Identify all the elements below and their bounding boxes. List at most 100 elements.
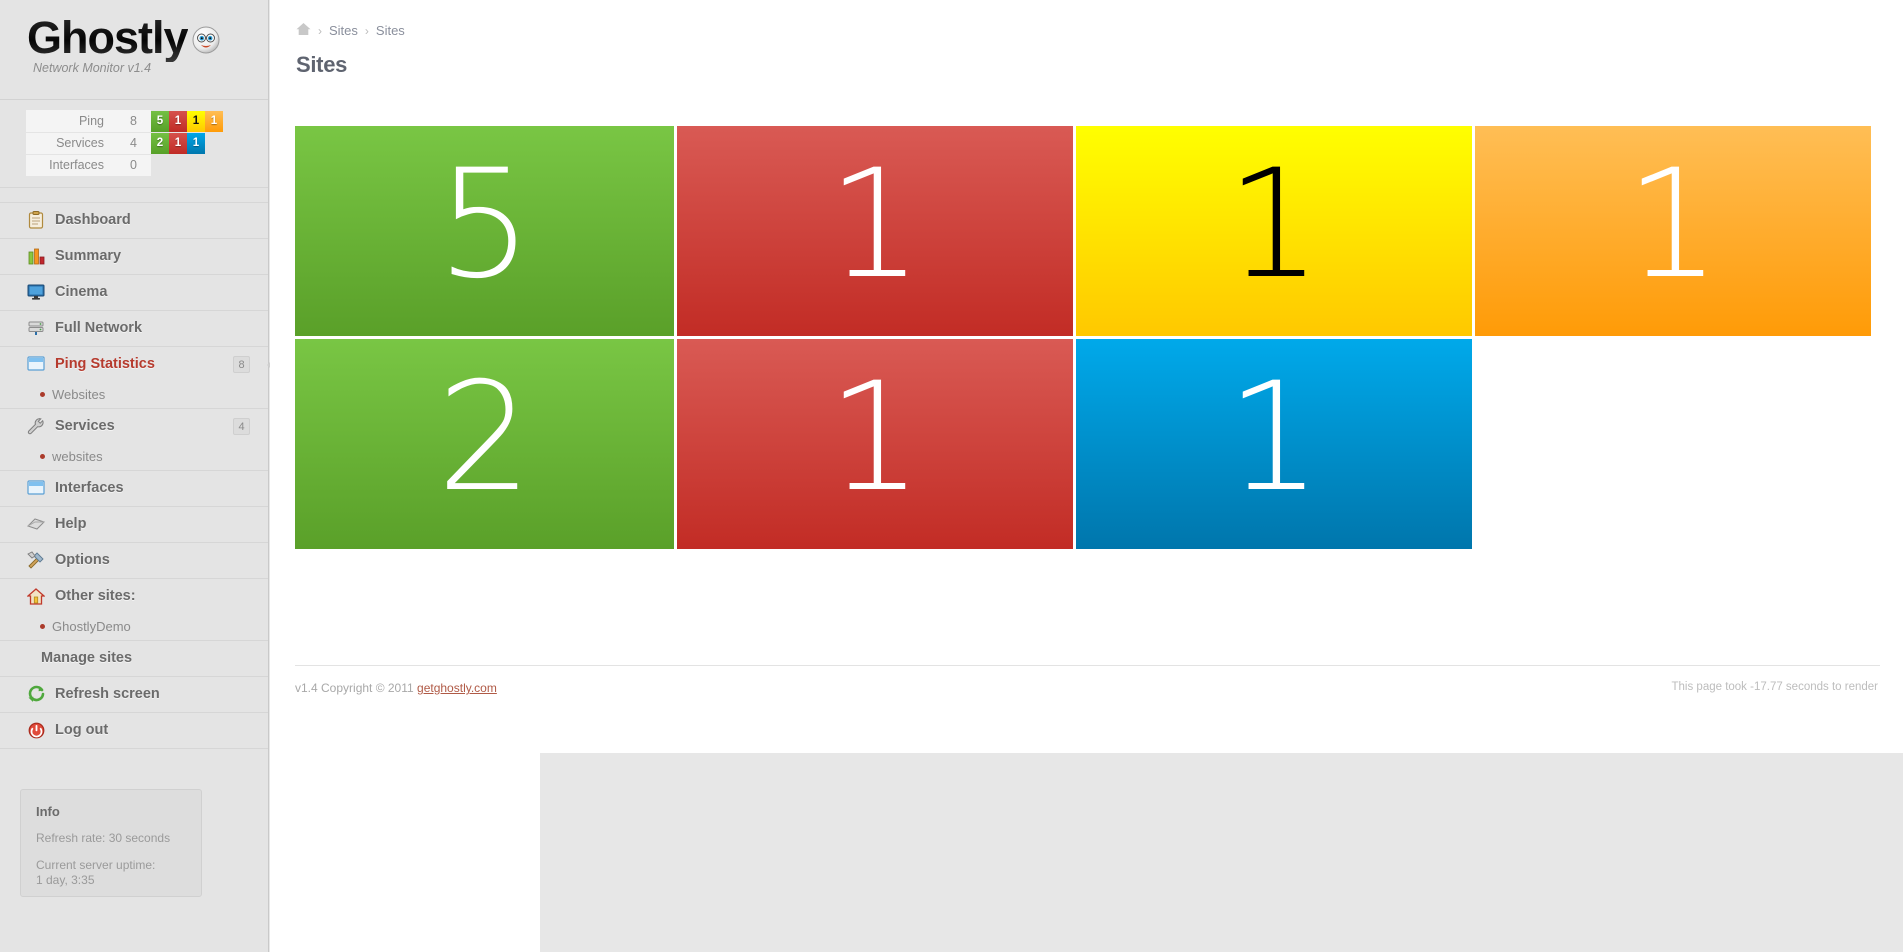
- nav-spacer: [0, 186, 268, 203]
- sidebar-item-full-network[interactable]: Full Network: [0, 311, 268, 347]
- sidebar-item-manage-sites-row[interactable]: Manage sites: [0, 641, 268, 676]
- site-tile-red[interactable]: 1: [677, 126, 1073, 336]
- sidebar-item-badge: 4: [233, 417, 250, 435]
- site-tile-red[interactable]: 1: [677, 339, 1073, 549]
- sidebar-subitem-websites[interactable]: websites: [0, 444, 268, 470]
- status-badge-red[interactable]: 1: [169, 132, 187, 154]
- status-badge-yellow[interactable]: 1: [187, 110, 205, 132]
- sidebar-item-label: Help: [55, 516, 87, 532]
- site-tile-green[interactable]: 5: [295, 126, 674, 336]
- sidebar-item-summary[interactable]: Summary: [0, 239, 268, 275]
- breadcrumb-item-1[interactable]: Sites: [329, 23, 358, 38]
- window-icon: [26, 354, 46, 374]
- sidebar-item-services[interactable]: Services 4 websites: [0, 409, 268, 471]
- breadcrumb-separator: ›: [318, 23, 322, 38]
- status-summary-body: Ping 8 5111 Services 4 211 Interfaces 0: [26, 110, 248, 177]
- stat-label: Ping: [26, 110, 116, 133]
- status-summary-table: Ping 8 5111 Services 4 211 Interfaces 0: [26, 110, 248, 177]
- ghost-face-icon: [191, 25, 221, 60]
- sidebar-item-refresh-screen[interactable]: Refresh screen: [0, 677, 268, 713]
- info-box: Info Refresh rate: 30 seconds Current se…: [20, 789, 202, 897]
- sidebar-item-help-row[interactable]: Help: [0, 507, 268, 542]
- stat-chips: [151, 154, 248, 176]
- site-tile-green[interactable]: 2: [295, 339, 674, 549]
- sidebar-item-help[interactable]: Help: [0, 507, 268, 543]
- breadcrumb-item-2[interactable]: Sites: [376, 23, 405, 38]
- sidebar-item-log-out-row[interactable]: Log out: [0, 713, 268, 748]
- info-uptime: Current server uptime: 1 day, 3:35: [36, 858, 201, 888]
- logo-text: Ghostly: [27, 12, 189, 63]
- sidebar-item-label: Services: [55, 418, 115, 434]
- site-tile-yellow[interactable]: 1: [1076, 126, 1472, 336]
- status-badge-green[interactable]: 2: [151, 132, 169, 154]
- sidebar-item-ping-statistics[interactable]: Ping Statistics 8 Websites: [0, 347, 276, 409]
- bullet-icon: [40, 624, 45, 629]
- home-icon[interactable]: [296, 22, 311, 39]
- sidebar-item-dashboard-row[interactable]: Dashboard: [0, 203, 268, 238]
- sidebar-subitem-websites[interactable]: Websites: [0, 382, 268, 408]
- sidebar-item-refresh-screen-row[interactable]: Refresh screen: [0, 677, 268, 712]
- tile-value: 5: [436, 138, 533, 312]
- page-background-below-fold: [540, 753, 1903, 952]
- stat-count: 8: [116, 110, 151, 133]
- status-badge-red[interactable]: 1: [169, 110, 187, 132]
- sidebar-item-summary-row[interactable]: Summary: [0, 239, 268, 274]
- sidebar-item-label: Other sites:: [55, 588, 136, 604]
- sidebar-item-cinema[interactable]: Cinema: [0, 275, 268, 311]
- sidebar-item-interfaces[interactable]: Interfaces: [0, 471, 268, 507]
- stat-chips: 211: [151, 132, 248, 154]
- sidebar-item-services-row[interactable]: Services 4: [0, 409, 268, 444]
- power-icon: [26, 720, 46, 740]
- sidebar-item-label: Full Network: [55, 320, 143, 336]
- sidebar: Ghostly Network Monitor v1.4 Ping 8 5 1 …: [0, 0, 276, 952]
- sidebar-item-manage-sites[interactable]: Manage sites: [0, 641, 268, 677]
- status-badge-orange[interactable]: 1: [205, 110, 223, 132]
- sidebar-item-full-network-row[interactable]: Full Network: [0, 311, 268, 346]
- table-row: Interfaces 0: [26, 154, 248, 177]
- wrench-icon: [26, 416, 46, 436]
- sidebar-item-label: Manage sites: [41, 650, 133, 666]
- info-box-title: Info: [36, 804, 60, 819]
- bullet-icon: [40, 454, 45, 459]
- sidebar-item-label: Cinema: [55, 284, 108, 300]
- info-refresh-rate: Refresh rate: 30 seconds: [36, 831, 171, 845]
- sidebar-item-ping-statistics-row[interactable]: Ping Statistics 8: [0, 347, 276, 382]
- sidebar-item-label: Options: [55, 552, 110, 568]
- bar-chart-icon: [26, 246, 46, 266]
- sidebar-item-interfaces-row[interactable]: Interfaces: [0, 471, 268, 506]
- content-card: › Sites › Sites Sites 5 1 1 1 2 1 1 v1.4…: [270, 0, 1903, 753]
- sidebar-item-options[interactable]: Options: [0, 543, 268, 579]
- site-tile-blue[interactable]: 1: [1076, 339, 1472, 549]
- footer-copyright-text: v1.4 Copyright © 2011: [295, 681, 418, 695]
- sidebar-item-cinema-row[interactable]: Cinema: [0, 275, 268, 310]
- sidebar-item-label: Refresh screen: [55, 686, 160, 702]
- status-badge-green[interactable]: 5: [151, 110, 169, 132]
- site-tile-orange[interactable]: 1: [1475, 126, 1871, 336]
- bullet-icon: [40, 392, 45, 397]
- sidebar-subitem-ghostlydemo[interactable]: GhostlyDemo: [0, 614, 268, 640]
- table-row: Services 4 211: [26, 132, 248, 155]
- window-icon: [26, 478, 46, 498]
- footer-render-time: This page took -17.77 seconds to render: [1671, 681, 1879, 693]
- tools-icon: [26, 550, 46, 570]
- info-uptime-value: 1 day, 3:35: [36, 873, 95, 887]
- info-uptime-label: Current server uptime:: [36, 858, 156, 872]
- sidebar-item-options-row[interactable]: Options: [0, 543, 268, 578]
- clipboard-icon: [26, 210, 46, 230]
- app-logo[interactable]: Ghostly: [27, 14, 221, 62]
- sidebar-item-dashboard[interactable]: Dashboard: [0, 203, 268, 239]
- status-badge-blue[interactable]: 1: [187, 132, 205, 154]
- book-icon: [26, 514, 46, 534]
- sidebar-subitem-label: websites: [52, 449, 103, 464]
- sidebar-nav: Dashboard Summary Cinema Full Network Pi…: [0, 203, 276, 749]
- tile-value: 1: [827, 351, 923, 525]
- stat-label: Services: [26, 132, 116, 155]
- getghostly-link[interactable]: getghostly.com: [417, 681, 497, 695]
- stat-count: 0: [116, 154, 151, 177]
- sites-tile-grid: 5 1 1 1 2 1 1: [295, 126, 1880, 549]
- logo-subtitle: Network Monitor v1.4: [33, 61, 152, 75]
- monitor-icon: [26, 282, 46, 302]
- sidebar-item-other-sites[interactable]: Other sites: GhostlyDemo: [0, 579, 268, 641]
- sidebar-item-other-sites-row[interactable]: Other sites:: [0, 579, 268, 614]
- sidebar-item-log-out[interactable]: Log out: [0, 713, 268, 749]
